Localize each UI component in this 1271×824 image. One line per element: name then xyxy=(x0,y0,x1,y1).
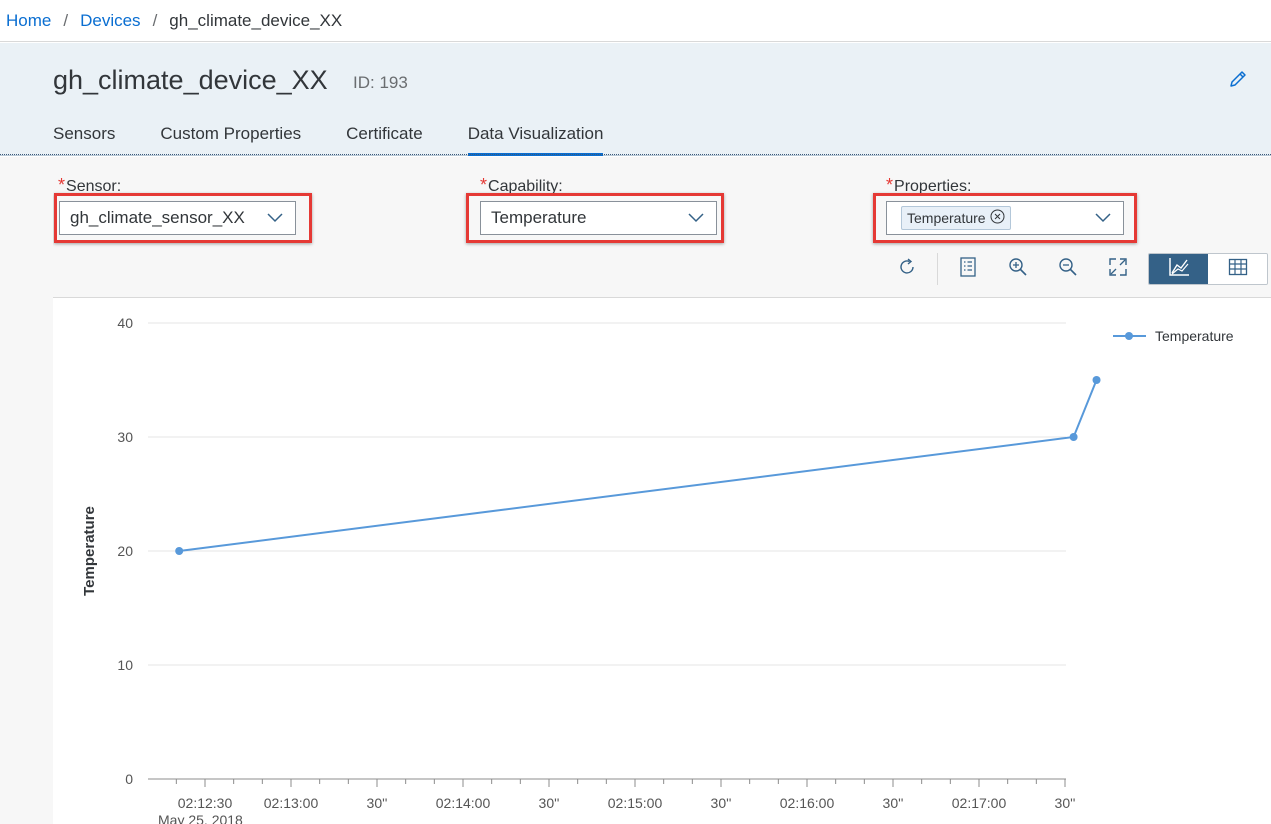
temperature-line-chart: 0 10 20 30 40 02:12:30 02:13:00 30'' 02:14:00 30'… xyxy=(81,315,1234,824)
toolbar-separator xyxy=(937,253,938,285)
zoom-in-button[interactable] xyxy=(1000,253,1036,285)
property-token[interactable]: Temperature xyxy=(901,206,1011,230)
line-chart-icon xyxy=(1168,257,1190,282)
data-point xyxy=(1069,433,1078,441)
object-header: gh_climate_device_XX ID: 193 Sensors Cus… xyxy=(0,43,1271,156)
chart-view-button[interactable] xyxy=(1149,254,1208,284)
x-tick-label: 30'' xyxy=(883,795,904,811)
legend-marker xyxy=(1125,332,1133,340)
tab-sensors[interactable]: Sensors xyxy=(53,115,115,156)
fullscreen-icon xyxy=(1108,257,1128,282)
breadcrumb-separator: / xyxy=(63,10,69,30)
table-view-button[interactable] xyxy=(1208,254,1267,284)
capability-select[interactable]: Temperature xyxy=(480,201,717,235)
breadcrumb-separator: / xyxy=(152,10,158,30)
x-tick-label: 02:17:00 xyxy=(952,795,1007,811)
legend-list-icon xyxy=(959,256,977,282)
x-tick-label: 30'' xyxy=(367,795,388,811)
chevron-down-icon[interactable] xyxy=(255,213,295,223)
device-id-label: ID: 193 xyxy=(353,73,408,92)
breadcrumb: Home / Devices / gh_climate_device_XX xyxy=(0,0,1271,42)
left-gutter xyxy=(0,157,53,824)
tab-certificate[interactable]: Certificate xyxy=(346,115,423,156)
fullscreen-button[interactable] xyxy=(1100,253,1136,285)
tab-custom-properties[interactable]: Custom Properties xyxy=(160,115,301,156)
pencil-icon xyxy=(1228,69,1248,94)
zoom-out-button[interactable] xyxy=(1050,253,1086,285)
x-tick-label: 02:13:00 xyxy=(264,795,319,811)
x-tick-label: 02:15:00 xyxy=(608,795,663,811)
refresh-button[interactable] xyxy=(889,253,925,285)
view-toggle xyxy=(1148,253,1268,285)
zoom-in-icon xyxy=(1008,257,1028,282)
edit-button[interactable] xyxy=(1222,65,1254,97)
legend-label: Temperature xyxy=(1155,328,1234,344)
y-tick-label: 0 xyxy=(125,771,133,787)
data-point xyxy=(175,547,184,555)
x-tick-label: 02:12:30 xyxy=(178,795,233,811)
legend-button[interactable] xyxy=(950,253,986,285)
remove-token-icon[interactable] xyxy=(990,209,1005,227)
x-tick-label: 02:16:00 xyxy=(780,795,835,811)
x-tick-label: 30'' xyxy=(1055,795,1076,811)
breadcrumb-current: gh_climate_device_XX xyxy=(169,10,343,30)
capability-select-value: Temperature xyxy=(491,208,587,227)
y-tick-label: 30 xyxy=(117,429,133,445)
y-tick-label: 40 xyxy=(117,315,133,331)
breadcrumb-devices-link[interactable]: Devices xyxy=(80,11,140,31)
data-point xyxy=(1092,376,1101,384)
x-tick-label: 02:14:00 xyxy=(436,795,491,811)
y-tick-label: 20 xyxy=(117,543,133,559)
chart-area: 0 10 20 30 40 02:12:30 02:13:00 30'' 02:14:00 30'… xyxy=(53,297,1271,824)
tab-bar: Sensors Custom Properties Certificate Da… xyxy=(53,115,648,156)
chevron-down-icon[interactable] xyxy=(1083,213,1123,223)
x-date-label: May 25, 2018 xyxy=(158,812,243,824)
tab-data-visualization[interactable]: Data Visualization xyxy=(467,115,603,156)
x-tick-label: 30'' xyxy=(711,795,732,811)
page-title: gh_climate_device_XX xyxy=(53,65,328,95)
property-token-label: Temperature xyxy=(907,210,986,226)
x-tick-label: 30'' xyxy=(539,795,560,811)
series-line xyxy=(179,379,1098,552)
sensor-select-value: gh_climate_sensor_XX xyxy=(70,208,245,227)
table-icon xyxy=(1228,258,1248,281)
refresh-icon xyxy=(897,257,917,282)
y-axis-label: Temperature xyxy=(81,506,98,596)
breadcrumb-home-link[interactable]: Home xyxy=(6,11,51,31)
header-divider xyxy=(0,154,1271,155)
y-tick-label: 10 xyxy=(117,657,133,673)
sensor-select[interactable]: gh_climate_sensor_XX xyxy=(59,201,296,235)
properties-multiselect[interactable]: Temperature xyxy=(886,201,1124,235)
zoom-out-icon xyxy=(1058,257,1078,282)
chevron-down-icon[interactable] xyxy=(676,213,716,223)
